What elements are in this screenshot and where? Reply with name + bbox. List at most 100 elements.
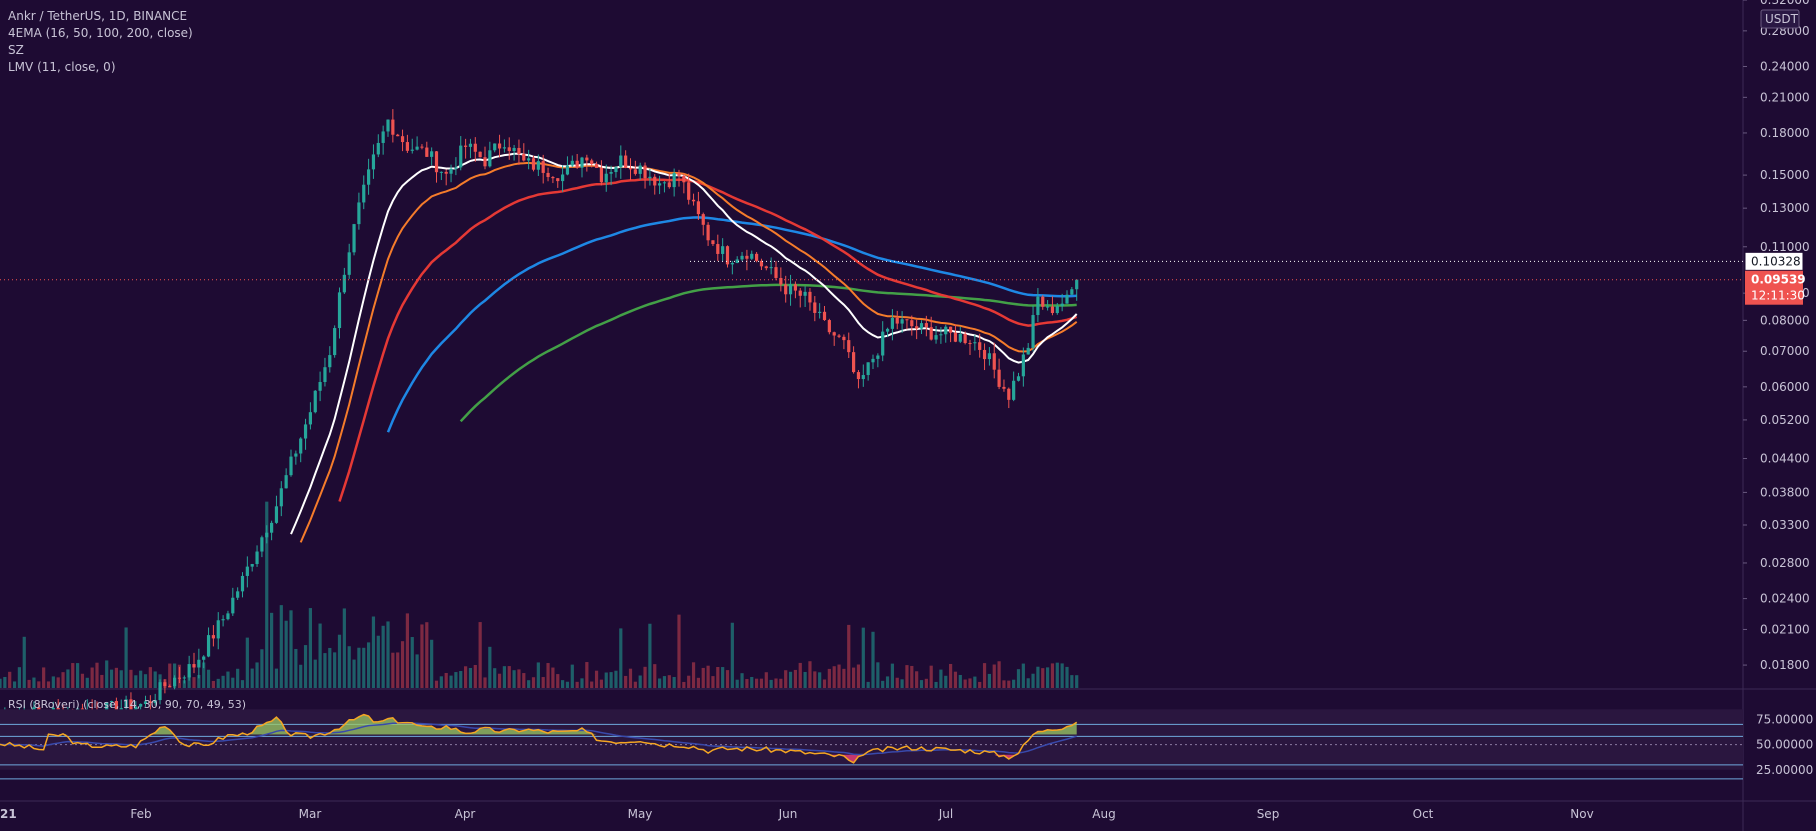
lmv-legend[interactable]: LMV (11, close, 0): [8, 59, 193, 76]
currency-badge: USDT: [1760, 9, 1800, 29]
candle-body: [987, 353, 991, 360]
volume-bar: [95, 662, 99, 688]
candle-body: [687, 182, 691, 200]
volume-bar: [949, 663, 953, 688]
candle-body: [255, 551, 259, 565]
volume-bar: [677, 614, 681, 688]
candle-body: [1021, 354, 1025, 377]
volume-bar: [260, 649, 264, 688]
candle-body: [1041, 296, 1045, 307]
volume-bar: [139, 670, 143, 688]
symbol-title[interactable]: Ankr / TetherUS, 1D, BINANCE: [8, 8, 193, 25]
volume-bar: [464, 666, 468, 688]
candle-body: [245, 566, 249, 576]
volume-bar: [100, 674, 104, 688]
volume-bar: [1055, 662, 1059, 688]
candle-body: [299, 438, 303, 454]
volume-bar: [473, 664, 477, 688]
volume-bar: [119, 670, 123, 688]
volume-bar: [1065, 666, 1069, 688]
candle-body: [624, 155, 628, 168]
volume-bar: [255, 662, 259, 688]
candle-body: [1007, 388, 1011, 400]
volume-bar: [541, 677, 545, 688]
volume-bar: [847, 624, 851, 688]
candle-body: [885, 328, 890, 332]
volume-bar: [818, 672, 822, 688]
candle-body: [507, 147, 511, 152]
volume-bar: [270, 612, 274, 688]
rsi-tick-label: 50.00000: [1756, 738, 1813, 752]
volume-bar: [769, 679, 773, 688]
volume-bar: [924, 678, 928, 688]
candle-body: [187, 664, 191, 678]
volume-bar: [46, 681, 51, 688]
volume-bar: [17, 667, 21, 688]
volume-bar: [517, 669, 521, 688]
candle-body: [279, 488, 283, 507]
candle-body: [1050, 306, 1055, 314]
candle-body: [337, 292, 342, 329]
candle-body: [517, 147, 521, 155]
price-tick-label: 0.05200: [1760, 413, 1810, 427]
candle-body: [231, 597, 235, 614]
candle-body: [856, 372, 861, 380]
volume-bar: [609, 672, 613, 688]
volume-bar: [667, 675, 671, 688]
price-tick-label: 0.13000: [1760, 201, 1810, 215]
candle-body: [211, 635, 215, 639]
candle-body: [197, 659, 201, 668]
volume-bar: [779, 678, 783, 688]
marked-price-tag: 0.10328: [1744, 251, 1804, 271]
candle-body: [541, 161, 545, 173]
ema-legend[interactable]: 4EMA (16, 50, 100, 200, close): [8, 25, 193, 42]
candle-body: [303, 424, 308, 439]
volume-bar: [478, 622, 482, 688]
candle-body: [182, 677, 186, 679]
rsi-legend[interactable]: RSI (8Roveri) (close, 14, 30, 90, 70, 49…: [8, 698, 246, 711]
volume-bar: [192, 677, 196, 688]
volume-bar: [687, 675, 691, 688]
candle-body: [468, 143, 473, 147]
volume-bar: [211, 680, 215, 688]
volume-bar: [997, 661, 1001, 688]
candle-body: [881, 331, 885, 356]
price-tick-label: 0.01800: [1760, 658, 1810, 672]
candle-body: [313, 390, 317, 413]
candle-body: [1046, 306, 1050, 308]
volume-bar: [37, 681, 41, 688]
volume-bar: [0, 678, 2, 688]
current-price-tag: 0.09539 12:11:30: [1745, 270, 1806, 305]
volume-bar: [788, 671, 793, 688]
volume-bar: [66, 669, 70, 688]
candle-body: [163, 682, 167, 687]
volume-bar: [822, 679, 827, 688]
volume-bar: [594, 670, 599, 688]
candle-body: [434, 151, 439, 173]
sar-legend[interactable]: SZ: [8, 42, 193, 59]
volume-bar: [856, 664, 861, 688]
volume-bar: [565, 681, 570, 688]
candle-body: [677, 172, 681, 176]
volume-bar: [711, 676, 715, 688]
candle-body: [342, 274, 346, 293]
candle-body: [905, 319, 909, 321]
candle-body: [240, 575, 245, 592]
volume-bar: [953, 671, 958, 688]
volume-bar: [1007, 680, 1011, 688]
volume-bar: [793, 669, 797, 688]
candle-body: [619, 155, 623, 168]
candle-body: [919, 323, 924, 329]
candle-body: [333, 328, 337, 356]
volume-bar: [653, 664, 657, 688]
candle-body: [1012, 380, 1016, 400]
candle-body: [628, 167, 633, 170]
candle-body: [522, 154, 526, 161]
candle-body: [410, 149, 414, 151]
volume-bar: [871, 631, 875, 688]
candle-body: [565, 165, 570, 175]
candle-body: [1070, 289, 1074, 295]
volume-bar: [168, 663, 172, 688]
price-tick-label: 0.08000: [1760, 313, 1810, 327]
price-chart[interactable]: 0.320000.280000.240000.210000.180000.150…: [0, 0, 1816, 831]
